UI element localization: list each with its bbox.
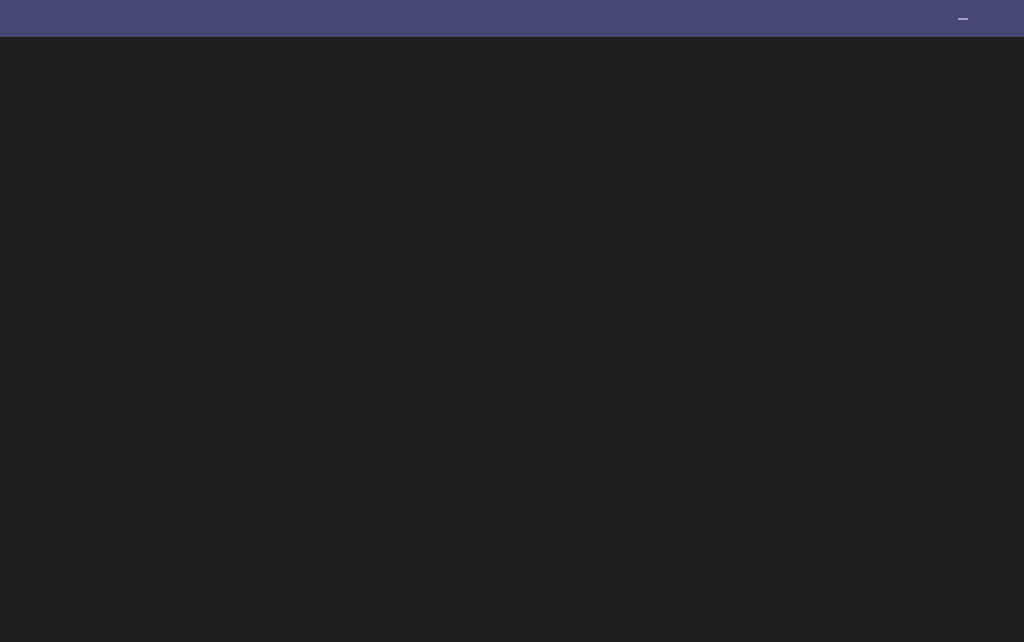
title-bar <box>0 0 1024 37</box>
